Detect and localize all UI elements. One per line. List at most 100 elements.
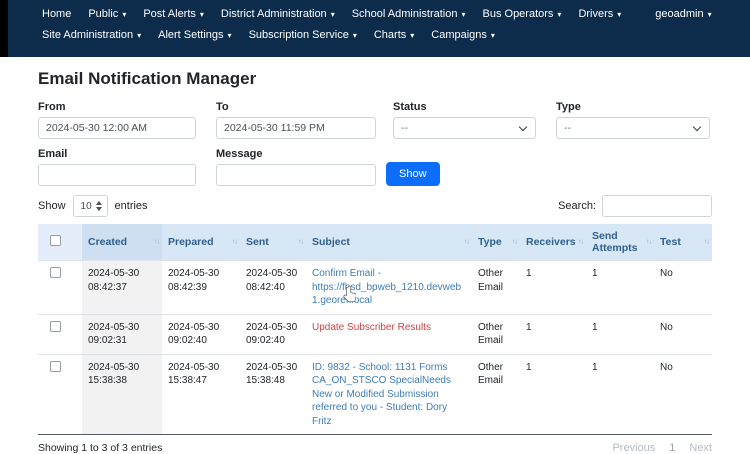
column-header-sent[interactable]: Sent↑↓ [240,224,306,261]
message-label: Message [216,148,376,160]
entries-per-page-select[interactable]: 10 [73,195,108,217]
nav-item-drivers[interactable]: Drivers▾ [578,8,621,20]
nav-item-site-administration[interactable]: Site Administration▾ [42,29,141,41]
from-input[interactable] [38,117,196,139]
column-header-send-attempts[interactable]: Send Attempts↑↓ [586,224,654,261]
sort-icon: ↑↓ [578,239,583,246]
subject-cell: Update Subscriber Results [306,314,472,354]
subject-cell: ID: 9832 - School: 1131 Forms CA_ON_STSC… [306,354,472,435]
sort-icon: ↑↓ [704,239,709,246]
subject-cell: Confirm Email - https://fhsd_bpweb_1210.… [306,261,472,315]
prepared-cell: 2024-05-30 15:38:47 [162,354,240,435]
caret-down-icon: ▾ [461,11,465,19]
column-header-type[interactable]: Type↑↓ [472,224,520,261]
created-cell: 2024-05-30 09:02:31 [82,314,162,354]
to-input[interactable] [216,117,376,139]
message-input[interactable] [216,164,376,186]
email-notifications-table: Created↑↓ Prepared↑↓ Sent↑↓ Subject↑↓ Ty… [38,224,712,435]
caret-down-icon: ▾ [708,11,712,19]
send-attempts-cell: 1 [586,261,654,315]
show-button[interactable]: Show [386,162,440,186]
navbar-row-2: Site Administration▾ Alert Settings▾ Sub… [42,29,706,41]
column-header-receivers[interactable]: Receivers↑↓ [520,224,586,261]
page-title: Email Notification Manager [38,69,712,89]
caret-down-icon: ▾ [137,32,141,40]
from-label: From [38,101,196,113]
column-header-test[interactable]: Test↑↓ [654,224,712,261]
screen-edge [0,0,8,57]
test-cell: No [654,261,712,315]
main-content: Email Notification Manager From To Statu… [0,57,750,454]
column-header-prepared[interactable]: Prepared↑↓ [162,224,240,261]
column-header-subject[interactable]: Subject↑↓ [306,224,472,261]
test-cell: No [654,354,712,435]
table-row: 2024-05-30 08:42:37 2024-05-30 08:42:39 … [38,261,712,315]
prepared-cell: 2024-05-30 09:02:40 [162,314,240,354]
caret-down-icon: ▾ [491,32,495,40]
subject-link[interactable]: Update Subscriber Results [312,322,431,333]
search-input[interactable] [602,195,712,217]
caret-down-icon: ▾ [200,11,204,19]
created-cell: 2024-05-30 08:42:37 [82,261,162,315]
sent-cell: 2024-05-30 15:38:48 [240,354,306,435]
nav-item-charts[interactable]: Charts▾ [374,29,414,41]
row-checkbox[interactable] [50,321,61,332]
table-row: 2024-05-30 15:38:38 2024-05-30 15:38:47 … [38,354,712,435]
row-checkbox[interactable] [50,267,61,278]
row-select-cell [38,261,82,315]
sort-icon: ↑↓ [232,239,237,246]
nav-item-school-administration[interactable]: School Administration▾ [352,8,466,20]
navbar-row-1: Home Public▾ Post Alerts▾ District Admin… [42,8,706,20]
pagination: Previous 1 Next [612,442,712,454]
prepared-cell: 2024-05-30 08:42:39 [162,261,240,315]
chevron-down-icon [693,123,701,131]
show-entries-label: Show [38,200,66,212]
subject-link[interactable]: Confirm Email - https://fhsd_bpweb_1210.… [312,268,461,306]
sort-icon: ↑↓ [464,239,469,246]
type-label: Type [556,101,710,113]
receivers-cell: 1 [520,314,586,354]
nav-item-public[interactable]: Public▾ [88,8,126,20]
filter-row-2: Email Message Show [38,148,712,186]
pagination-page-1[interactable]: 1 [669,442,675,454]
receivers-cell: 1 [520,354,586,435]
subject-link[interactable]: ID: 9832 - School: 1131 Forms CA_ON_STSC… [312,362,451,427]
send-attempts-cell: 1 [586,314,654,354]
entries-label: entries [115,200,148,212]
row-select-cell [38,354,82,435]
pagination-previous[interactable]: Previous [612,442,655,454]
nav-item-home[interactable]: Home [42,8,71,20]
nav-item-bus-operators[interactable]: Bus Operators▾ [483,8,562,20]
type-select[interactable]: -- [556,117,710,139]
select-all-header [38,224,82,261]
nav-item-subscription-service[interactable]: Subscription Service▾ [249,29,357,41]
type-cell: Other Email [472,261,520,315]
send-attempts-cell: 1 [586,354,654,435]
nav-item-district-administration[interactable]: District Administration▾ [221,8,335,20]
sort-icon: ↑↓ [512,239,517,246]
top-navbar: Home Public▾ Post Alerts▾ District Admin… [8,0,750,57]
receivers-cell: 1 [520,261,586,315]
email-input[interactable] [38,164,196,186]
test-cell: No [654,314,712,354]
select-all-checkbox[interactable] [50,235,61,246]
sent-cell: 2024-05-30 09:02:40 [240,314,306,354]
table-controls: Show 10 entries Search: [38,195,712,217]
pagination-next[interactable]: Next [689,442,712,454]
column-header-created[interactable]: Created↑↓ [82,224,162,261]
sort-icon: ↑↓ [298,239,303,246]
nav-item-alert-settings[interactable]: Alert Settings▾ [158,29,231,41]
caret-down-icon: ▾ [122,11,126,19]
nav-item-post-alerts[interactable]: Post Alerts▾ [143,8,204,20]
type-cell: Other Email [472,354,520,435]
status-label: Status [393,101,536,113]
row-select-cell [38,314,82,354]
user-menu-geoadmin[interactable]: geoadmin▾ [655,8,711,20]
caret-down-icon: ▾ [228,32,232,40]
sort-icon: ↑↓ [154,239,159,246]
to-label: To [216,101,376,113]
nav-item-campaigns[interactable]: Campaigns▾ [431,29,495,41]
row-checkbox[interactable] [50,361,61,372]
email-label: Email [38,148,196,160]
status-select[interactable]: -- [393,117,536,139]
